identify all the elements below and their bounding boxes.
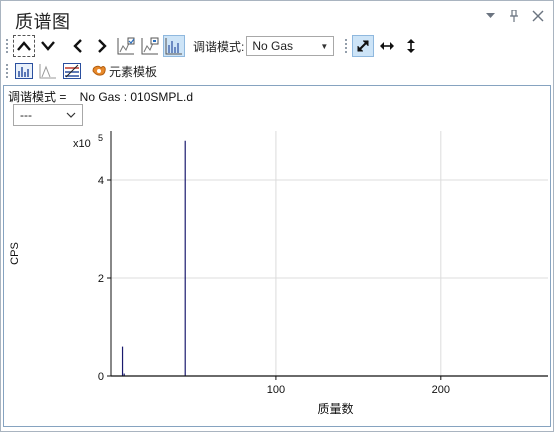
main-toolbar: 调谐模式: No Gas ▼ xyxy=(1,34,553,58)
list-spectrum-icon[interactable] xyxy=(61,60,83,82)
pin-icon[interactable] xyxy=(507,9,521,23)
toolbar-grip-2[interactable] xyxy=(344,38,349,54)
grid-layer xyxy=(111,131,548,376)
element-template-button[interactable]: 元素模板 xyxy=(91,63,157,80)
title-bar: 质谱图 xyxy=(1,1,553,33)
tune-mode-dropdown[interactable]: No Gas ▼ xyxy=(246,36,335,56)
toolbar-grip-3[interactable] xyxy=(5,63,9,79)
x-tick-label: 200 xyxy=(432,384,450,396)
toolbar-grip[interactable] xyxy=(5,38,9,54)
secondary-toolbar: 元素模板 xyxy=(1,59,553,83)
chevron-down-icon[interactable] xyxy=(37,35,59,57)
x-axis-title: 质量数 xyxy=(317,401,353,416)
spectrum-overlay-icon[interactable] xyxy=(139,35,161,57)
y-exponent-label: 5 xyxy=(98,133,103,143)
close-icon[interactable] xyxy=(531,9,545,23)
y-tick-label: 2 xyxy=(98,273,104,285)
spectrum-panel: 调谐模式 = No Gas : 010SMPL.d --- 0 2 4 100 200 … xyxy=(3,85,551,427)
x-tick-label: 100 xyxy=(267,384,285,396)
chevron-left-icon[interactable] xyxy=(67,35,89,57)
y-tick-label: 4 xyxy=(98,175,104,187)
chevron-down-small-icon[interactable] xyxy=(483,9,497,23)
y-multiplier-label: x10 xyxy=(73,138,91,150)
window-title: 质谱图 xyxy=(15,12,71,32)
spectrum-chart[interactable]: 0 2 4 100 200 x10 5 CPS 质量数 xyxy=(4,86,550,426)
horizontal-zoom-icon[interactable] xyxy=(376,35,398,57)
axis-layer: 0 2 4 100 200 xyxy=(98,131,548,396)
spectrum-window: 质谱图 调谐模式: No Gas ▼ 元素模板 调谐模式 = No Gas: … xyxy=(0,0,554,432)
element-template-icon xyxy=(92,65,106,76)
dropdown-arrow-icon: ▼ xyxy=(320,41,329,51)
spectrum-view-icon[interactable] xyxy=(13,60,35,82)
tune-mode-label: 调谐模式: xyxy=(193,39,245,54)
y-axis-title: CPS xyxy=(9,242,21,265)
y-tick-label: 0 xyxy=(98,371,104,383)
spectrum-check-icon[interactable] xyxy=(115,35,137,57)
vertical-zoom-icon[interactable] xyxy=(400,35,422,57)
chevron-right-icon[interactable] xyxy=(91,35,113,57)
peak-layer xyxy=(121,140,186,376)
element-template-label: 元素模板 xyxy=(109,64,158,79)
window-controls xyxy=(483,9,545,23)
bar-spectrum-icon[interactable] xyxy=(163,35,185,57)
chevron-up-icon[interactable] xyxy=(13,35,35,57)
tune-mode-value: No Gas xyxy=(252,39,294,53)
profile-line-icon[interactable] xyxy=(37,60,59,82)
zoom-expand-icon[interactable] xyxy=(352,35,375,57)
